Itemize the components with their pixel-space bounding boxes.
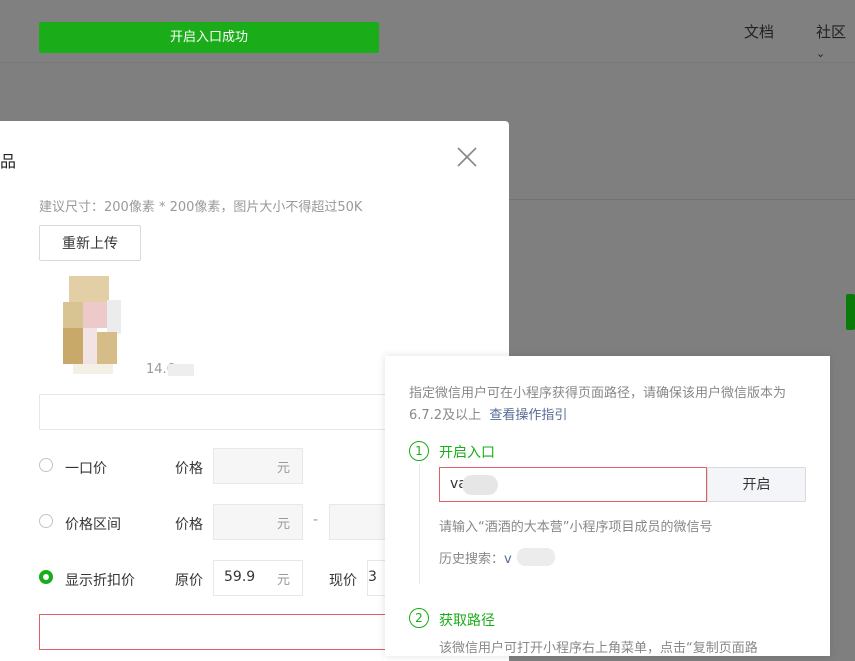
search-history-item[interactable]: v [504,552,512,567]
search-history-label: 历史搜索： [439,552,505,567]
error-input[interactable] [39,614,399,650]
close-icon[interactable] [456,146,478,168]
nav-link-docs[interactable]: 文档 [744,22,774,42]
popover-description: 指定微信用户可在小程序获得页面路径，请确保该用户微信版本为6.7.2及以上 查看… [409,383,809,427]
wechat-id-input[interactable]: va [439,467,707,502]
product-name-input[interactable] [39,394,399,430]
dialog-title: 品 [0,152,17,171]
range-price-label: 价格 [175,517,203,533]
nav-link-community-label: 社区 [816,23,847,41]
step-connector-line [419,464,420,584]
original-price-value: 59.9 [224,569,256,585]
unit-label: 元 [276,573,290,588]
step-2-description: 该微信用户可打开小程序右上角菜单，点击“复制页面路 [439,641,758,656]
radio-fixed-price[interactable] [39,458,53,472]
price-label: 价格 [175,461,203,477]
wechat-id-redaction [462,475,498,495]
original-price-label: 原价 [175,573,203,589]
step-2-title: 获取路径 [439,613,495,629]
success-toast: 开启入口成功 [39,22,379,53]
fixed-price-input[interactable]: 元 [213,448,303,484]
radio-discount-price-label: 显示折扣价 [65,573,135,589]
radio-discount-price[interactable] [39,570,53,584]
background-divider [509,199,855,200]
radio-price-range[interactable] [39,514,53,528]
current-price-value: 3 [368,569,377,585]
radio-fixed-price-label: 一口价 [65,461,107,477]
search-history: 历史搜索：v [439,548,512,567]
background-green-button [846,294,855,330]
nav-link-community[interactable]: 社区 ⌄ [816,22,855,64]
unit-label: 元 [276,461,290,476]
radio-price-range-label: 价格区间 [65,517,121,533]
step-1-title: 开启入口 [439,445,495,461]
file-size-redaction [168,364,194,376]
product-image-thumbnail [63,272,123,376]
range-dash: - [313,512,319,528]
chevron-down-icon: ⌄ [816,47,826,60]
current-price-label: 现价 [329,573,357,589]
step-1-number: 1 [409,441,429,461]
range-min-input[interactable]: 元 [213,504,303,540]
wechat-id-tip: 请输入“酒酒的大本营”小程序项目成员的微信号 [439,520,713,535]
reupload-button[interactable]: 重新上传 [39,225,141,261]
operation-guide-link[interactable]: 查看操作指引 [489,408,567,423]
open-entry-button[interactable]: 开启 [707,467,806,502]
popover-description-text: 指定微信用户可在小程序获得页面路径，请确保该用户微信版本为6.7.2及以上 [409,386,787,423]
step-2-number: 2 [409,608,429,628]
unit-label: 元 [276,517,290,532]
image-size-hint: 建议尺寸：200像素 * 200像素，图片大小不得超过50K [39,200,363,215]
range-max-input[interactable] [329,504,389,540]
original-price-input[interactable]: 59.9 元 [213,560,303,596]
history-redaction [517,548,555,566]
